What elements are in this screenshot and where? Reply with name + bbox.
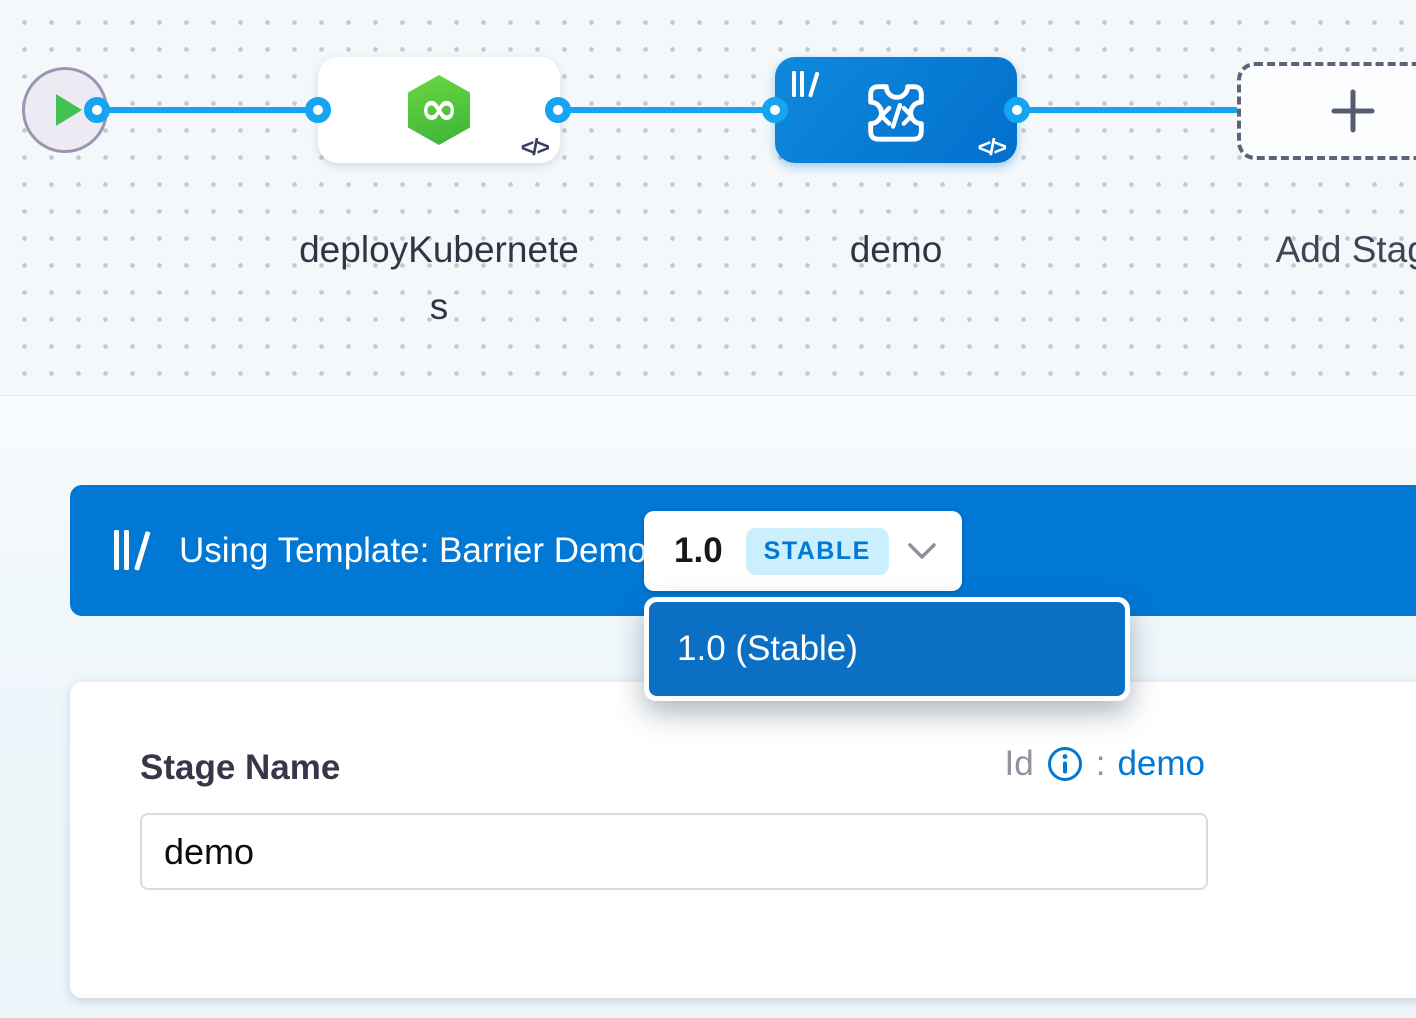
- template-library-icon: [114, 530, 152, 572]
- kubernetes-hexagon-icon: ∞: [408, 75, 470, 145]
- stage-name-input[interactable]: [140, 813, 1208, 890]
- id-label: Id: [1005, 744, 1034, 784]
- stage-id-row: Id : demo: [1005, 744, 1206, 784]
- code-icon[interactable]: </>: [978, 134, 1005, 161]
- code-icon[interactable]: </>: [521, 134, 548, 161]
- version-number: 1.0: [674, 531, 723, 571]
- id-separator: :: [1096, 744, 1106, 784]
- stage-node-deploykubernetes[interactable]: ∞ </>: [318, 57, 560, 163]
- port-deploy-out[interactable]: [545, 97, 571, 123]
- version-option-1-0-stable[interactable]: 1.0 (Stable): [649, 602, 1125, 696]
- pipeline-canvas[interactable]: ∞ </> </>: [0, 0, 1416, 396]
- stable-badge: STABLE: [746, 528, 889, 575]
- wire-deploy-demo: [558, 107, 775, 113]
- add-stage-button[interactable]: [1237, 62, 1416, 160]
- stage-id-value[interactable]: demo: [1117, 744, 1205, 784]
- port-start-out[interactable]: [84, 97, 110, 123]
- stage-node-demo[interactable]: </>: [775, 57, 1017, 163]
- port-deploy-in[interactable]: [305, 97, 331, 123]
- custom-stage-icon: [859, 73, 933, 147]
- version-option-label: 1.0 (Stable): [677, 629, 858, 669]
- stage-overview-card: Stage Name Id : demo: [70, 682, 1416, 998]
- template-version-selector[interactable]: 1.0 STABLE: [644, 511, 962, 591]
- wire-demo-addstage: [1017, 107, 1239, 113]
- stage-label-demo[interactable]: demo: [750, 221, 1042, 278]
- stage-label-deploykubernetes[interactable]: deployKubernetes: [293, 221, 585, 335]
- chevron-down-icon: [908, 542, 936, 560]
- using-template-text: Using Template: Barrier Demo: [179, 531, 647, 571]
- infinity-icon: ∞: [420, 85, 458, 131]
- version-dropdown-menu: 1.0 (Stable): [644, 597, 1130, 701]
- wire-start-deploy: [97, 107, 318, 113]
- play-icon: [56, 94, 82, 126]
- port-demo-in[interactable]: [762, 97, 788, 123]
- plus-icon: [1331, 89, 1375, 133]
- port-demo-out[interactable]: [1004, 97, 1030, 123]
- add-stage-label[interactable]: Add Stage: [1240, 221, 1416, 278]
- stage-name-label: Stage Name: [140, 748, 340, 788]
- pipeline-editor: ∞ </> </>: [0, 0, 1416, 1018]
- template-library-icon: [792, 71, 822, 99]
- info-icon[interactable]: [1046, 745, 1084, 783]
